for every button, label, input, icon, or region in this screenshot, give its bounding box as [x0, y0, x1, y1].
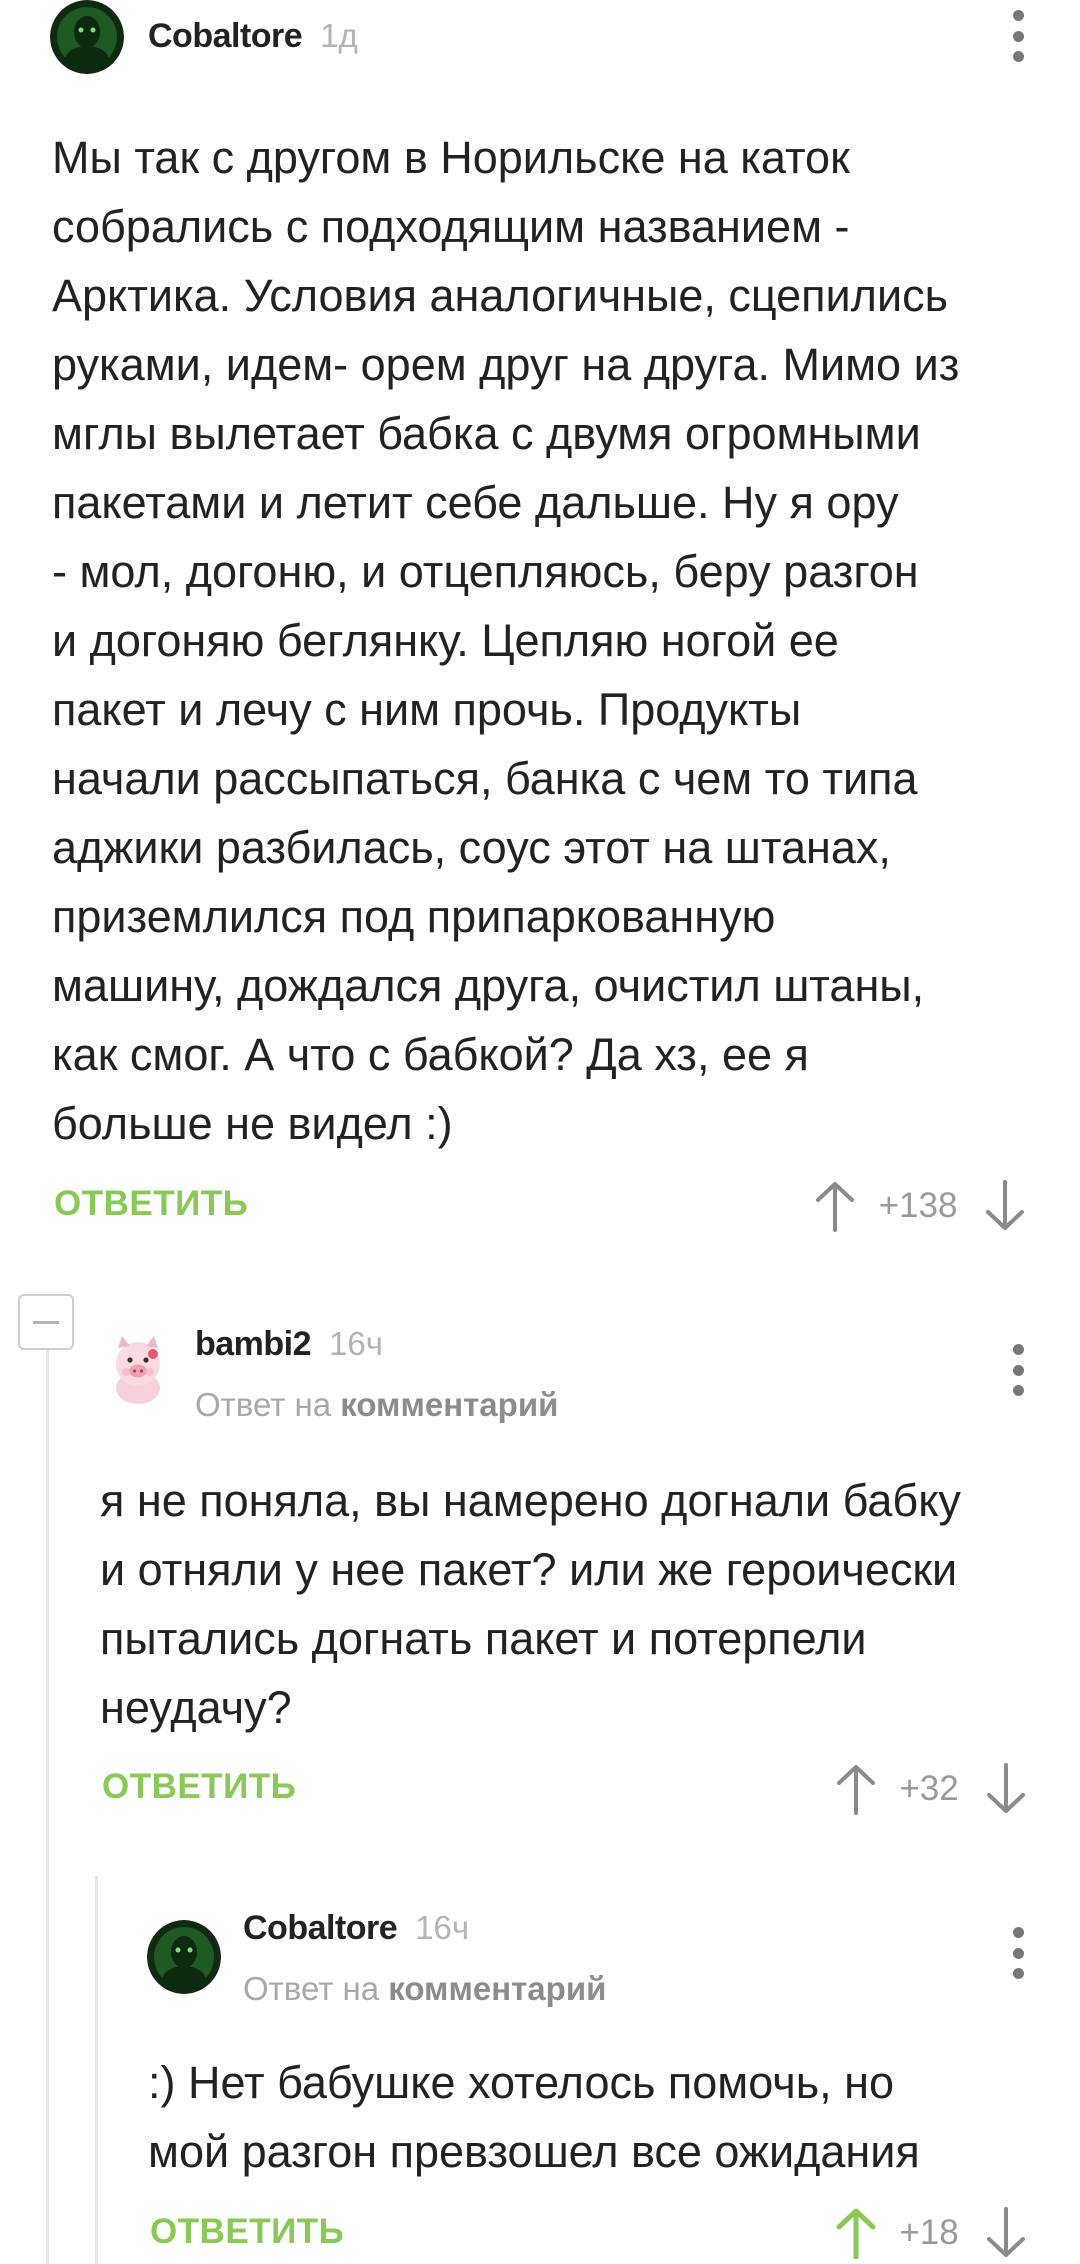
comment-header: bambi2 16ч: [195, 1322, 383, 1366]
author-name[interactable]: Cobaltore: [148, 17, 303, 56]
thread-line-level2: [95, 1876, 98, 2264]
vote-controls: +138: [812, 1180, 1028, 1232]
author-name[interactable]: Cobaltore: [243, 1909, 398, 1948]
comment-text: я не поняла, вы намерено догнали бабку и…: [100, 1475, 961, 1733]
reply-to-link[interactable]: комментарий: [388, 1970, 606, 2007]
comment-time: 16ч: [329, 1325, 383, 1362]
more-vertical-icon[interactable]: [1008, 1927, 1028, 1979]
more-vertical-icon[interactable]: [1008, 10, 1028, 62]
arrow-down-icon[interactable]: [983, 2207, 1029, 2259]
collapse-thread-button[interactable]: [18, 1294, 74, 1350]
comment-time: 1д: [320, 17, 358, 54]
author-name[interactable]: bambi2: [195, 1325, 312, 1364]
comment-text: Мы так с другом в Норильске на каток соб…: [52, 132, 960, 1149]
reply-to-link[interactable]: комментарий: [340, 1386, 558, 1423]
score: +138: [878, 1186, 958, 1225]
reply-button[interactable]: ОТВЕТИТЬ: [54, 1184, 248, 1224]
avatar[interactable]: [100, 1330, 176, 1406]
arrow-up-icon[interactable]: [833, 2207, 879, 2259]
thread-line-level1: [46, 1350, 49, 2264]
arrow-up-icon[interactable]: [833, 1763, 879, 1815]
reply-to-line: Ответ на комментарий: [243, 1970, 606, 2008]
avatar[interactable]: [147, 1920, 221, 1994]
reply-to-prefix: Ответ на: [195, 1386, 332, 1423]
arrow-down-icon[interactable]: [983, 1763, 1029, 1815]
arrow-down-icon[interactable]: [982, 1180, 1028, 1232]
comment-text: :) Нет бабушке хотелось помочь, но мой р…: [148, 2057, 920, 2177]
reply-to-line: Ответ на комментарий: [195, 1386, 558, 1424]
comment-header: Cobaltore 1д: [148, 14, 358, 58]
vote-controls: +18: [833, 2207, 1029, 2259]
comment-time: 16ч: [415, 1909, 470, 1946]
reply-button[interactable]: ОТВЕТИТЬ: [102, 1767, 296, 1807]
reply-to-prefix: Ответ на: [243, 1970, 380, 2007]
more-vertical-icon[interactable]: [1008, 1344, 1028, 1396]
reply-button[interactable]: ОТВЕТИТЬ: [150, 2212, 344, 2252]
score: +18: [899, 2213, 959, 2252]
comment-header: Cobaltore 16ч: [243, 1906, 469, 1950]
arrow-up-icon[interactable]: [812, 1180, 858, 1232]
score: +32: [899, 1769, 959, 1808]
vote-controls: +32: [833, 1763, 1029, 1815]
avatar[interactable]: [50, 0, 124, 74]
